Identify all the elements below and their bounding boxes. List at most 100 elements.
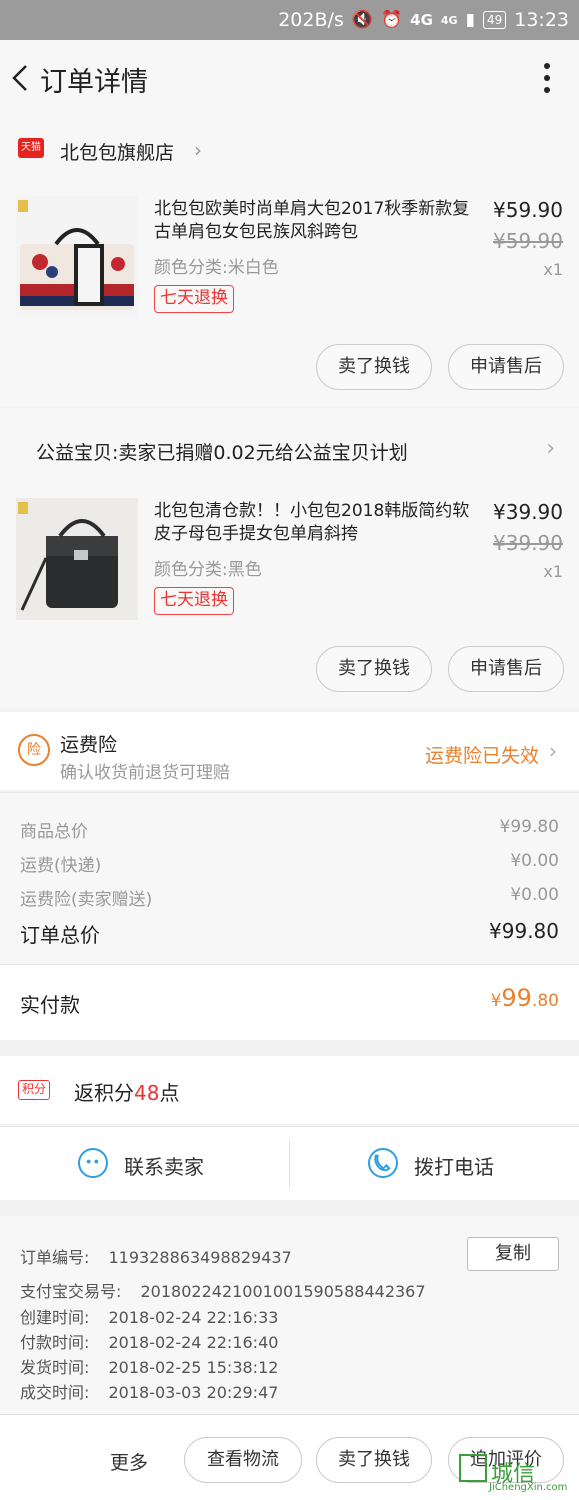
points-row: 积分 返积分48点 bbox=[0, 1056, 579, 1124]
insurance-row: 运费险(卖家赠送) ¥0.00 bbox=[20, 885, 559, 910]
product-title: 北包包欧美时尚单肩大包2017秋季新款复古单肩包女包民族风斜跨包 bbox=[154, 199, 470, 242]
title-bar: 订单详情 bbox=[0, 40, 579, 116]
store-row[interactable]: 天猫 北包包旗舰店 › bbox=[0, 116, 579, 186]
product-quantity: x1 bbox=[543, 260, 563, 279]
paid-amount-integer: 99 bbox=[501, 984, 532, 1012]
insurance-label: 运费险(卖家赠送) bbox=[20, 890, 153, 910]
more-button[interactable]: 更多 bbox=[110, 1448, 148, 1475]
points-text: 返积分48点 bbox=[74, 1077, 179, 1106]
product-image bbox=[16, 196, 138, 318]
watermark-logo: 城信 JiChengXin.com bbox=[459, 1452, 573, 1496]
product-original-price: ¥59.90 bbox=[493, 229, 563, 253]
shipped-row: 发货时间: 2018-02-25 15:38:12 bbox=[20, 1354, 278, 1378]
freight-insurance-row[interactable]: 险 运费险 确认收货前退货可理赔 运费险已失效 › bbox=[0, 712, 579, 790]
sell-button[interactable]: 卖了换钱 bbox=[316, 646, 432, 692]
paid-time-row: 付款时间: 2018-02-24 22:16:40 bbox=[20, 1329, 278, 1353]
product-price: ¥59.90 bbox=[493, 198, 563, 222]
network-speed: 202B/s bbox=[278, 9, 344, 31]
freight-insurance-title: 运费险 bbox=[60, 734, 118, 756]
product-price: ¥39.90 bbox=[493, 500, 563, 524]
points-prefix: 返积分 bbox=[74, 1081, 134, 1105]
product-spec: 颜色分类:米白色 bbox=[154, 258, 279, 278]
page-title: 订单详情 bbox=[40, 67, 148, 98]
tmall-icon: 天猫 bbox=[18, 138, 44, 158]
more-vertical-icon bbox=[544, 63, 550, 93]
shipped-value: 2018-02-25 15:38:12 bbox=[108, 1358, 279, 1377]
back-arrow-icon bbox=[12, 65, 27, 91]
alipay-value: 2018022421001001590588442367 bbox=[140, 1282, 426, 1301]
product-title: 北包包清仓款！！小包包2018韩版简约软皮子母包手提女包单肩斜挎 bbox=[154, 501, 470, 544]
view-logistics-button[interactable]: 查看物流 bbox=[184, 1437, 302, 1483]
phone-icon bbox=[368, 1148, 398, 1178]
order-total-label: 订单总价 bbox=[20, 923, 100, 947]
shipping-label: 运费(快递) bbox=[20, 856, 102, 876]
watermark-icon bbox=[459, 1454, 487, 1482]
contact-bar: 联系卖家 拨打电话 bbox=[0, 1126, 579, 1200]
points-badge: 积分 bbox=[18, 1080, 51, 1100]
created-value: 2018-02-24 22:16:33 bbox=[108, 1308, 279, 1327]
created-label: 创建时间: bbox=[20, 1308, 90, 1327]
return-policy-badge: 七天退换 bbox=[154, 587, 234, 615]
clock: 13:23 bbox=[514, 9, 569, 31]
more-menu-button[interactable] bbox=[543, 62, 551, 94]
battery-level: 49 bbox=[482, 11, 507, 29]
paid-time-value: 2018-02-24 22:16:40 bbox=[108, 1333, 279, 1352]
paid-currency: ¥ bbox=[490, 991, 502, 1011]
goods-total-row: 商品总价 ¥99.80 bbox=[20, 817, 559, 842]
return-policy-badge: 七天退换 bbox=[154, 285, 234, 313]
charity-text: 公益宝贝:卖家已捐赠0.02元给公益宝贝计划 bbox=[36, 442, 408, 464]
store-name: 北包包旗舰店 bbox=[60, 142, 175, 164]
status-bar: 202B/s 🔇 ⏰ 4G 4G ▮ 49 13:23 bbox=[0, 0, 579, 40]
chevron-right-icon: › bbox=[549, 739, 557, 763]
freight-insurance-status: 运费险已失效 bbox=[424, 745, 539, 767]
sell-button[interactable]: 卖了换钱 bbox=[316, 1437, 432, 1483]
signal-icon: ▮ bbox=[465, 10, 475, 30]
after-sale-button[interactable]: 申请售后 bbox=[448, 344, 564, 390]
alipay-row: 支付宝交易号: 2018022421001001590588442367 bbox=[20, 1278, 426, 1302]
network-type: 4G bbox=[410, 11, 433, 29]
network-type-2: 4G bbox=[440, 13, 458, 27]
sell-button[interactable]: 卖了换钱 bbox=[316, 344, 432, 390]
points-suffix: 点 bbox=[159, 1081, 180, 1105]
goods-total-label: 商品总价 bbox=[20, 822, 88, 842]
mute-icon: 🔇 bbox=[351, 10, 373, 30]
product-spec: 颜色分类:黑色 bbox=[154, 560, 262, 580]
paid-label: 实付款 bbox=[20, 993, 80, 1017]
freight-insurance-subtitle: 确认收货前退货可理赔 bbox=[60, 763, 230, 783]
points-value: 48 bbox=[134, 1081, 160, 1105]
call-phone-button[interactable]: 拨打电话 bbox=[290, 1127, 579, 1201]
back-button[interactable] bbox=[8, 60, 36, 96]
order-number-row: 订单编号: 119328863498829437 bbox=[20, 1244, 292, 1268]
paid-amount-decimal: .80 bbox=[531, 991, 559, 1011]
created-row: 创建时间: 2018-02-24 22:16:33 bbox=[20, 1304, 278, 1328]
order-info: 订单编号: 119328863498829437 复制 支付宝交易号: 2018… bbox=[0, 1216, 579, 1414]
shipped-label: 发货时间: bbox=[20, 1358, 90, 1377]
contact-seller-button[interactable]: 联系卖家 bbox=[0, 1127, 289, 1201]
watermark-url: JiChengXin.com bbox=[489, 1482, 568, 1493]
alarm-icon: ⏰ bbox=[380, 10, 403, 30]
order-total-value: ¥99.80 bbox=[489, 919, 559, 943]
chevron-right-icon: › bbox=[194, 138, 202, 162]
alipay-label: 支付宝交易号: bbox=[20, 1282, 122, 1301]
order-number-value: 119328863498829437 bbox=[108, 1248, 292, 1267]
after-sale-button[interactable]: 申请售后 bbox=[448, 646, 564, 692]
completed-label: 成交时间: bbox=[20, 1383, 90, 1402]
chevron-right-icon: › bbox=[546, 436, 555, 461]
order-item[interactable]: 北包包清仓款！！小包包2018韩版简约软皮子母包手提女包单肩斜挎 颜色分类:黑色… bbox=[0, 488, 579, 708]
paid-time-label: 付款时间: bbox=[20, 1333, 90, 1352]
call-phone-label: 拨打电话 bbox=[414, 1155, 494, 1179]
goods-total-value: ¥99.80 bbox=[499, 817, 559, 837]
insurance-icon: 险 bbox=[18, 734, 50, 766]
order-number-label: 订单编号: bbox=[20, 1248, 90, 1267]
contact-seller-label: 联系卖家 bbox=[124, 1155, 204, 1179]
product-original-price: ¥39.90 bbox=[493, 531, 563, 555]
insurance-value: ¥0.00 bbox=[510, 885, 559, 905]
paid-amount: ¥99.80 bbox=[491, 984, 559, 1012]
shipping-row: 运费(快递) ¥0.00 bbox=[20, 851, 559, 876]
completed-row: 成交时间: 2018-03-03 20:29:47 bbox=[20, 1379, 278, 1403]
copy-button[interactable]: 复制 bbox=[467, 1237, 559, 1271]
paid-amount-row: 实付款 ¥99.80 bbox=[0, 964, 579, 1040]
charity-row[interactable]: 公益宝贝:卖家已捐赠0.02元给公益宝贝计划 › bbox=[0, 408, 579, 488]
chat-icon bbox=[78, 1148, 108, 1178]
order-item[interactable]: 北包包欧美时尚单肩大包2017秋季新款复古单肩包女包民族风斜跨包 颜色分类:米白… bbox=[0, 186, 579, 406]
